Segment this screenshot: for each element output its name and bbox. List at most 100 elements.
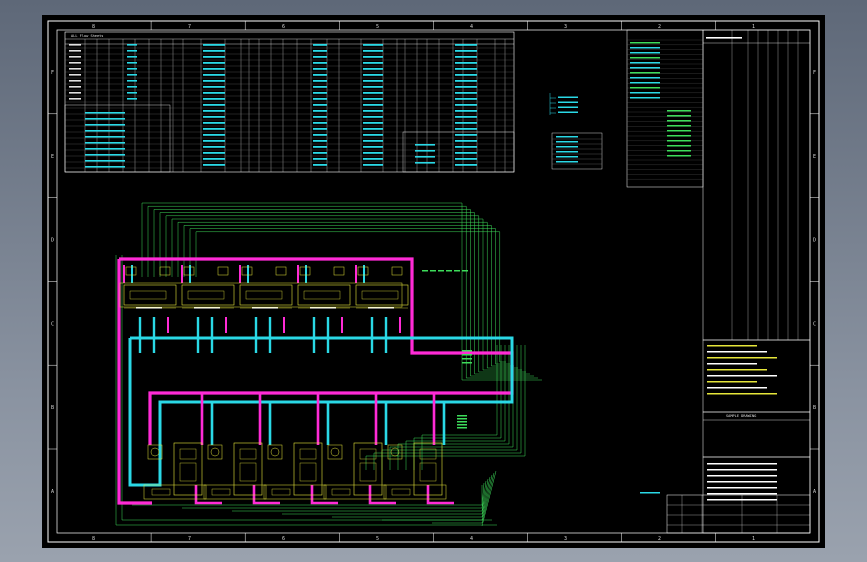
schedule-cell-entry	[455, 164, 477, 166]
schedule-cell-entry	[203, 152, 225, 154]
air-handler-unit	[297, 284, 351, 306]
wire-tag	[457, 418, 467, 420]
zone-number-top: 5	[376, 24, 379, 30]
schedule-cell-entry	[203, 92, 225, 94]
zone-number-top: 4	[470, 24, 473, 30]
chiller-panel	[179, 448, 197, 460]
title-block-line	[707, 469, 777, 471]
air-handler-coil	[129, 290, 167, 300]
sub-table-entry	[85, 154, 125, 156]
schedule-cell-entry	[363, 104, 383, 106]
signal-wire	[159, 212, 530, 375]
schedule-cell-entry	[313, 146, 327, 148]
skid-outline	[263, 484, 327, 500]
schedule-cell-entry	[363, 134, 383, 136]
notes-entry	[630, 67, 660, 69]
general-note-line	[707, 351, 767, 353]
schedule-cell-entry	[203, 68, 225, 70]
schedule-cell-entry	[455, 86, 477, 88]
schedule-cell-entry	[313, 50, 327, 52]
notes-table	[626, 29, 704, 188]
schedule-cell-entry	[313, 152, 327, 154]
valve-legend-entry	[556, 151, 578, 153]
legend-label	[558, 111, 578, 113]
title-block-line	[707, 463, 777, 465]
schedule-cell-entry	[203, 110, 225, 112]
air-handler-unit	[181, 284, 235, 306]
general-note-line	[707, 369, 767, 371]
chiller-unit	[293, 442, 323, 496]
schedule-cell-entry	[363, 146, 383, 148]
valve-assembly	[271, 488, 291, 496]
supply-header	[119, 257, 514, 445]
schedule-cell-entry	[455, 80, 477, 82]
schedule-cell-entry	[69, 98, 81, 100]
zone-letter-right: B	[813, 405, 816, 411]
valve-assembly	[211, 488, 231, 496]
signal-wire	[389, 345, 514, 470]
zone-number-bottom: 6	[282, 536, 285, 542]
schedule-cell-entry	[127, 62, 137, 64]
sub-table-entry	[85, 118, 125, 120]
notes-entry	[630, 87, 660, 89]
title-block-line	[707, 493, 777, 495]
title-block-line	[707, 487, 777, 489]
schedule-cell-entry	[313, 128, 327, 130]
schedule-cell-entry	[363, 98, 383, 100]
signal-wire	[232, 480, 487, 512]
sub-table-entry	[85, 166, 125, 168]
zone-letter-left: D	[51, 238, 54, 244]
zone-letter-left: B	[51, 405, 54, 411]
schedule-cell-entry	[455, 50, 477, 52]
zone-letter-right: C	[813, 321, 816, 327]
zone-number-bottom: 8	[92, 536, 95, 542]
notes-entry	[630, 77, 660, 79]
approval-box	[702, 411, 811, 458]
return-header	[128, 338, 137, 487]
schedule-cell-entry	[127, 92, 137, 94]
signal-wire	[481, 470, 497, 527]
general-note-line	[707, 375, 777, 377]
revision-entry	[415, 156, 435, 158]
schedule-cell-entry	[313, 74, 327, 76]
signal-wire	[195, 231, 506, 363]
schedule-cell-entry	[363, 80, 383, 82]
pump-symbol	[207, 444, 223, 460]
schedule-cell-entry	[313, 98, 327, 100]
schedule-cell-entry	[127, 80, 137, 82]
chiller-panel	[299, 462, 317, 482]
schedule-cell-entry	[203, 50, 225, 52]
signal-wire	[413, 345, 502, 470]
zone-letter-right: E	[813, 154, 816, 160]
notes-entry	[630, 42, 660, 44]
notes-entry	[667, 110, 691, 112]
schedule-cell-entry	[69, 80, 81, 82]
schedule-cell-entry	[455, 62, 477, 64]
valve-assembly	[151, 488, 171, 496]
schedule-cell-entry	[363, 62, 383, 64]
air-handler-unit	[239, 284, 293, 306]
wire-tag	[438, 270, 444, 272]
notes-entry	[667, 115, 691, 117]
sub-table-entry	[85, 112, 125, 114]
skid-outline	[383, 484, 447, 500]
wire-tag	[462, 270, 468, 272]
notes-entry	[667, 135, 691, 137]
pump-symbol	[327, 444, 343, 460]
schedule-cell-entry	[203, 146, 225, 148]
general-note-line	[707, 357, 777, 359]
schedule-cell-entry	[363, 128, 383, 130]
air-handler-coil	[245, 290, 283, 300]
schedule-cell-entry	[69, 50, 81, 52]
general-note-line	[707, 345, 757, 347]
signal-wire	[115, 255, 497, 526]
equipment-group-outline	[119, 282, 403, 308]
schedule-cell-entry	[69, 44, 81, 46]
schedule-cell-entry	[127, 44, 137, 46]
schedule-cell-entry	[313, 92, 327, 94]
chiller-unit	[173, 442, 203, 496]
chiller-panel	[239, 462, 257, 482]
chiller-panel	[179, 462, 197, 482]
schedule-cell-entry	[203, 86, 225, 88]
schedule-cell-entry	[313, 116, 327, 118]
